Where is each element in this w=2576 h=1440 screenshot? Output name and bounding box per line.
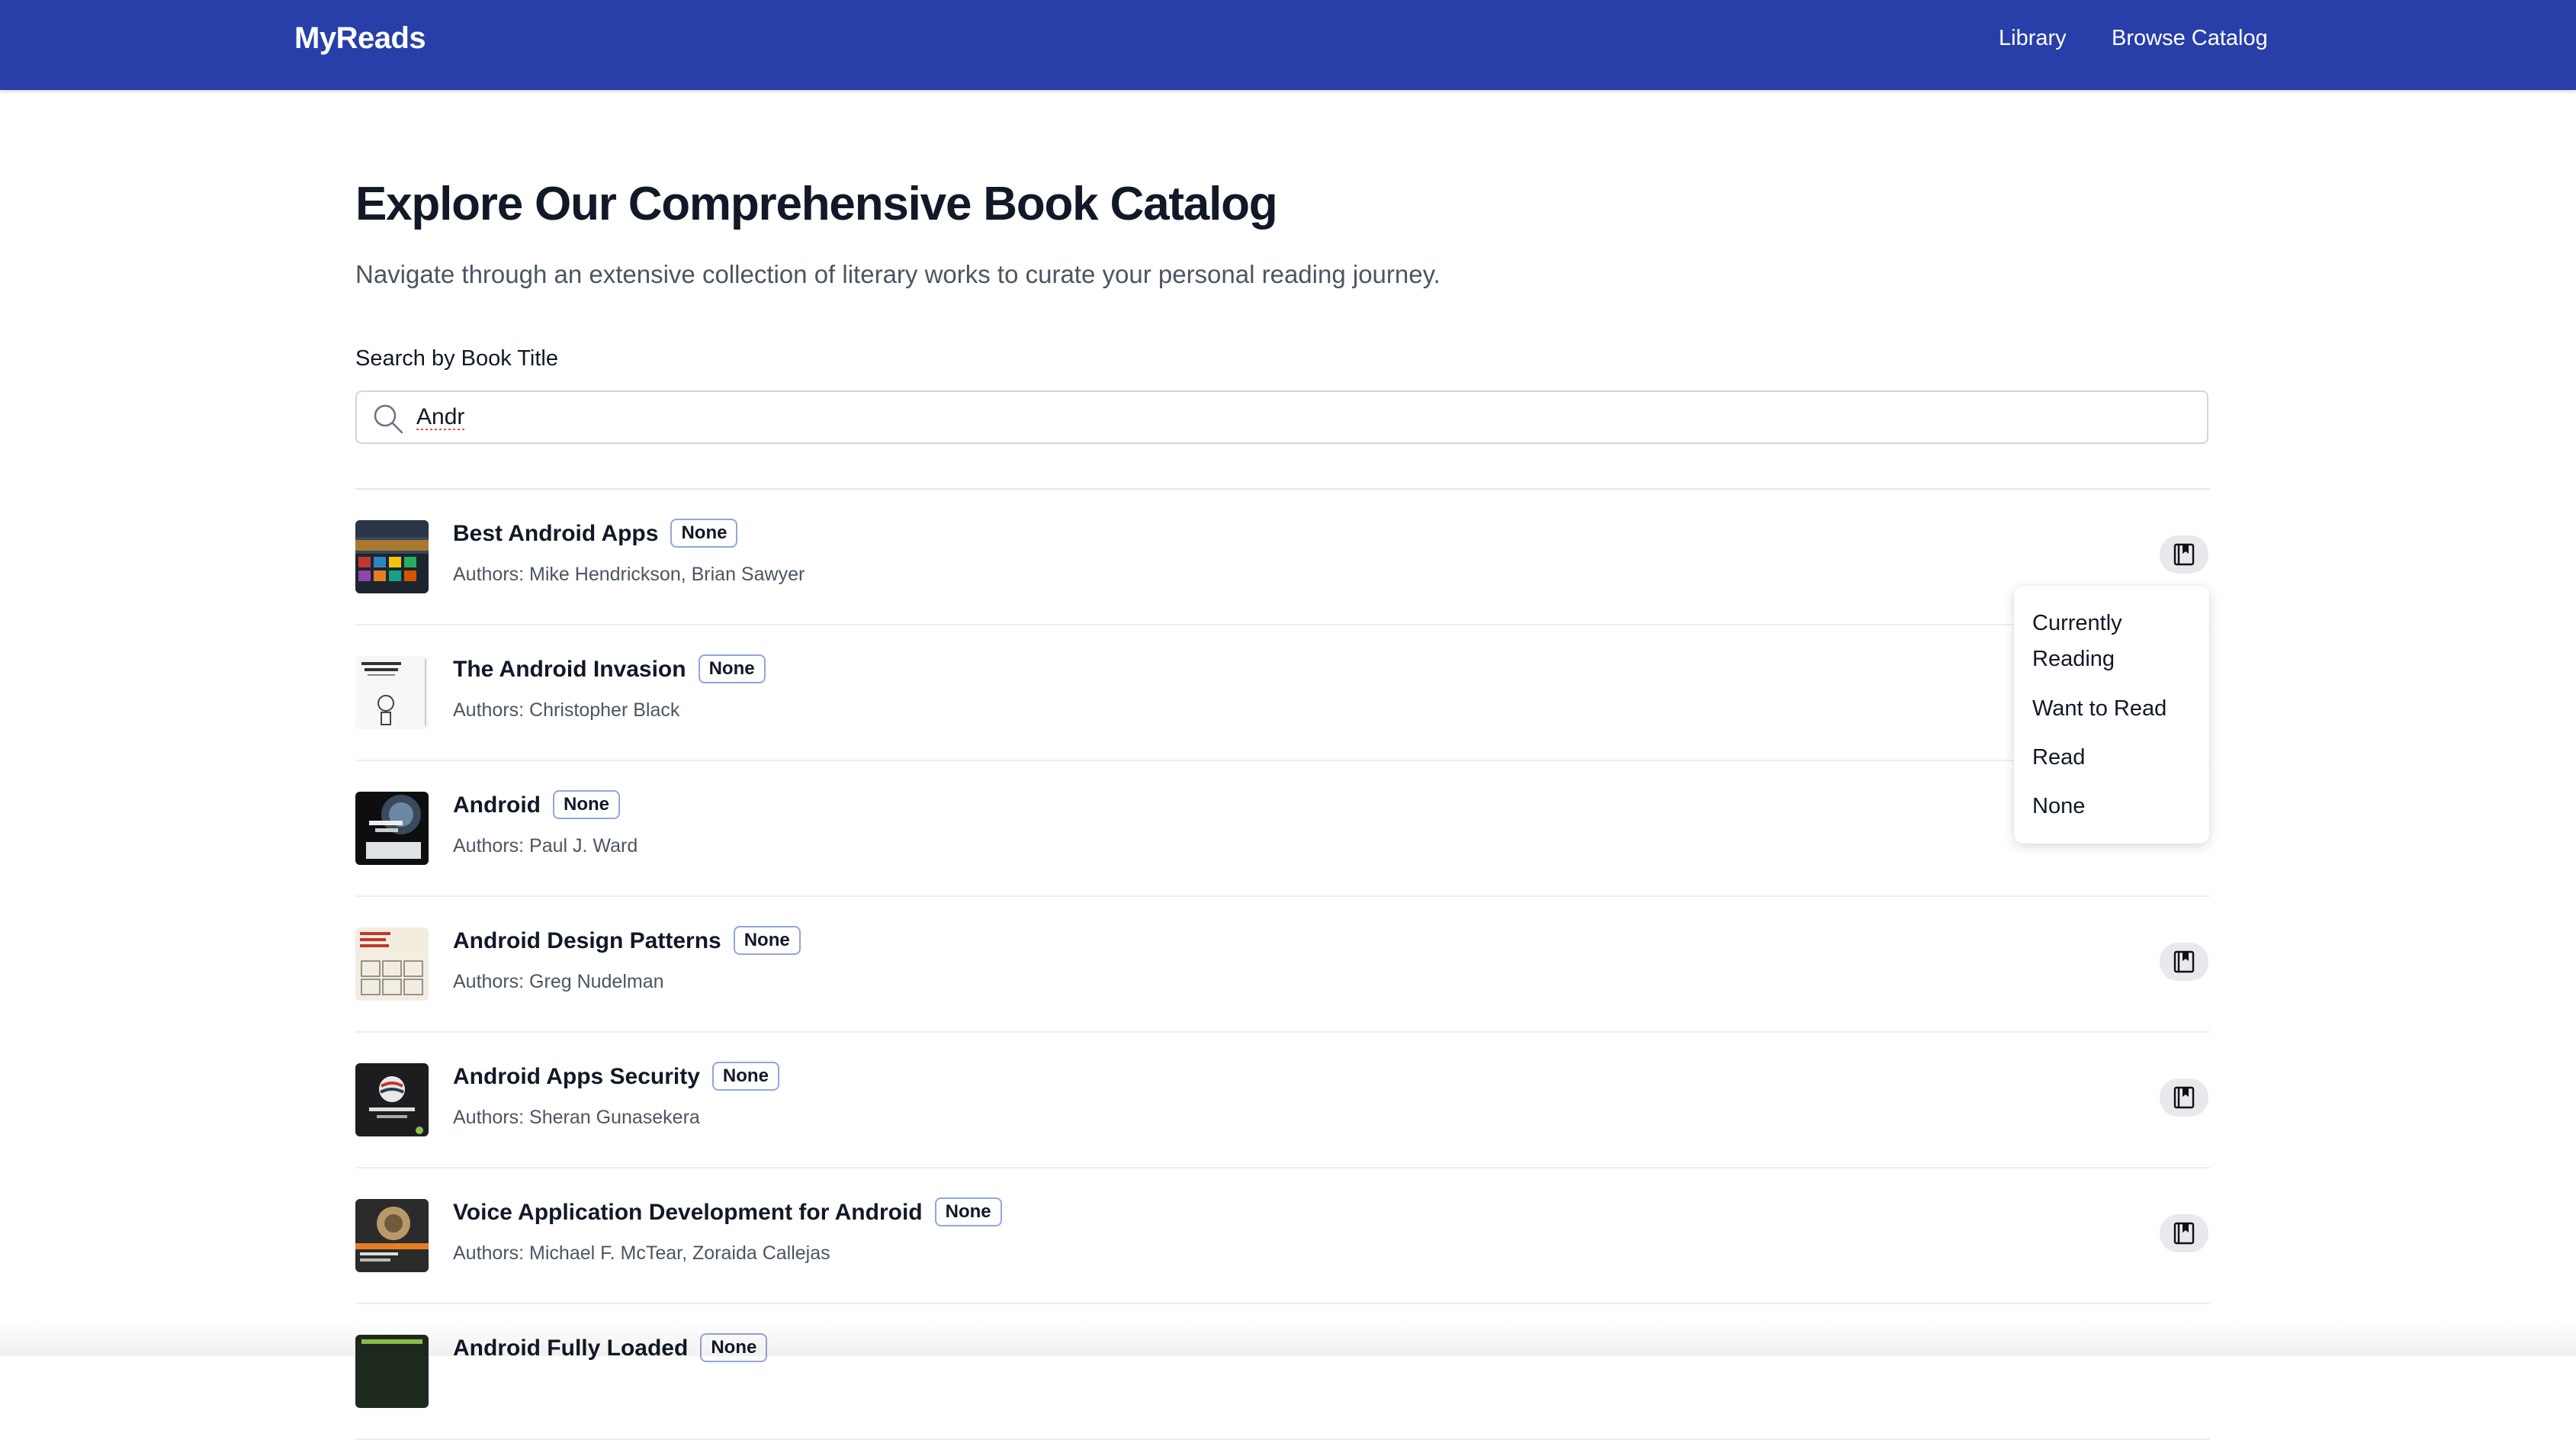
book-title: Android Apps Security None (453, 1062, 779, 1092)
nav-link-browse-catalog[interactable]: Browse Catalog (2112, 24, 2268, 52)
shelf-status-badge: None (698, 654, 766, 684)
book-title: Best Android Apps None (453, 519, 738, 549)
book-authors: Authors: Greg Nudelman (453, 971, 664, 992)
book-title: Android Design Patterns None (453, 926, 801, 956)
menu-item-want-to-read[interactable]: Want to Read (2032, 691, 2200, 727)
search-icon (372, 403, 404, 435)
book-row: The Android Invasion None Authors: Christ… (355, 625, 2210, 761)
book-title: Android None (453, 790, 620, 821)
search-input[interactable] (416, 398, 2170, 436)
book-cover[interactable] (355, 927, 429, 1001)
book-row: Best Android Apps None Authors: Mike Hend… (355, 490, 2210, 625)
search-label: Search by Book Title (355, 346, 558, 371)
shelf-status-badge: None (670, 519, 738, 548)
book-cover[interactable] (355, 1335, 429, 1408)
shelf-menu-button[interactable] (2160, 943, 2208, 981)
shelf-menu-button[interactable] (2160, 1078, 2208, 1117)
book-authors: Authors: Sheran Gunasekera (453, 1107, 700, 1128)
search-box (355, 391, 2208, 444)
page-subtitle: Navigate through an extensive collection… (355, 260, 1441, 288)
nav-link-library[interactable]: Library (1999, 24, 2067, 52)
menu-item-none[interactable]: None (2032, 789, 2200, 824)
book-cover[interactable] (355, 792, 429, 865)
brand-logo[interactable]: MyReads (294, 20, 426, 56)
book-row: Android Apps Security None Authors: Shera… (355, 1033, 2210, 1168)
shelf-status-badge: None (934, 1197, 1002, 1227)
book-cover[interactable] (355, 1063, 429, 1136)
bookmark-book-icon (2173, 950, 2195, 973)
book-title: Android Fully Loaded None (453, 1333, 768, 1364)
book-row: Android Fully Loaded None (355, 1304, 2210, 1440)
book-authors: Authors: Paul J. Ward (453, 835, 638, 857)
book-cover[interactable] (355, 520, 429, 593)
book-row: Android Design Patterns None Authors: Gre… (355, 897, 2210, 1033)
shelf-status-badge: None (733, 926, 801, 956)
page-title: Explore Our Comprehensive Book Catalog (355, 178, 1278, 230)
book-authors: Authors: Mike Hendrickson, Brian Sawyer (453, 564, 805, 585)
shelf-status-badge: None (700, 1333, 768, 1363)
shelf-menu-button[interactable] (2160, 1214, 2208, 1252)
bookmark-book-icon (2173, 1086, 2195, 1109)
book-cover[interactable] (355, 656, 429, 729)
book-row: Android None Authors: Paul J. Ward (355, 761, 2210, 897)
book-title: The Android Invasion None (453, 654, 766, 685)
shelf-dropdown-menu: Currently Reading Want to Read Read None (2014, 586, 2209, 844)
bookmark-book-icon (2173, 1222, 2195, 1245)
book-authors: Authors: Christopher Black (453, 699, 680, 721)
menu-item-currently-reading[interactable]: Currently Reading (2032, 606, 2200, 677)
book-title: Voice Application Development for Androi… (453, 1197, 1002, 1228)
menu-item-read[interactable]: Read (2032, 740, 2200, 776)
shelf-status-badge: None (711, 1062, 779, 1091)
book-cover[interactable] (355, 1199, 429, 1272)
top-navbar: MyReads Library Browse Catalog (0, 0, 2576, 90)
book-row: Voice Application Development for Androi… (355, 1168, 2210, 1304)
shelf-status-badge: None (552, 790, 620, 820)
shelf-menu-button[interactable] (2160, 535, 2208, 574)
bookmark-book-icon (2173, 543, 2195, 566)
book-authors: Authors: Michael F. McTear, Zoraida Call… (453, 1242, 830, 1264)
